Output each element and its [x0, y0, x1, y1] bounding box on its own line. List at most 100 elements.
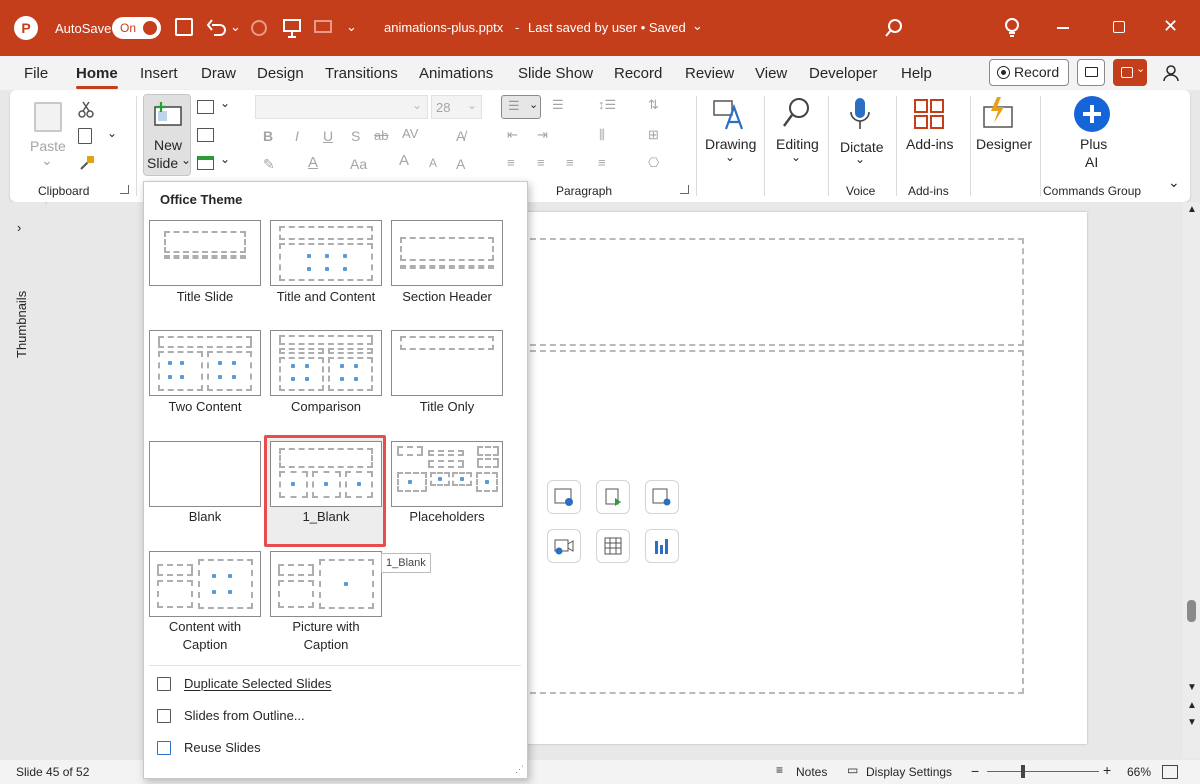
designer-icon[interactable] — [982, 97, 1016, 129]
close-button[interactable]: ✕ — [1163, 16, 1178, 37]
layout-chevron-icon[interactable]: ⌄ — [220, 96, 230, 110]
clipboard-launcher-icon[interactable] — [120, 185, 129, 194]
highlighter-icon[interactable]: ✎ — [263, 156, 275, 173]
scroll-down-icon[interactable]: ▼ — [1187, 682, 1197, 693]
align-right-icon[interactable]: ≡ — [566, 155, 574, 170]
layout-blank[interactable] — [149, 441, 261, 507]
title-placeholder[interactable] — [520, 238, 1024, 346]
layout-1-blank[interactable] — [270, 441, 382, 507]
reuse-slides-command[interactable]: Reuse Slides — [157, 740, 261, 755]
plus-ai-icon[interactable] — [1074, 96, 1110, 132]
menu-home[interactable]: Home — [76, 65, 118, 89]
maximize-button[interactable] — [1113, 21, 1125, 33]
plus-ai-label-2[interactable]: AI — [1085, 154, 1098, 170]
bullets-button[interactable]: ☰ ⌄ — [501, 95, 541, 119]
justify-icon[interactable]: ≡ — [598, 155, 606, 170]
copy-chevron-icon[interactable]: ⌄ — [107, 126, 117, 140]
redo-icon[interactable] — [248, 17, 270, 39]
autosave-toggle[interactable]: On — [112, 17, 161, 39]
layout-section-header[interactable] — [391, 220, 503, 286]
layout-comparison[interactable] — [270, 330, 382, 396]
insert-chart-icon[interactable] — [645, 529, 679, 563]
menu-animations[interactable]: Animations — [419, 65, 493, 82]
menu-help[interactable]: Help — [901, 65, 932, 82]
layout-icon[interactable] — [197, 100, 214, 114]
underline-button[interactable]: U — [323, 128, 333, 144]
menu-transitions[interactable]: Transitions — [325, 65, 398, 82]
menu-file[interactable]: File — [24, 65, 48, 82]
menu-review[interactable]: Review — [685, 65, 734, 82]
section-icon[interactable] — [197, 156, 214, 170]
present-icon[interactable] — [281, 17, 303, 39]
slide-canvas[interactable] — [480, 212, 1087, 744]
record-button[interactable]: Record — [989, 59, 1069, 86]
align-left-icon[interactable]: ≡ — [507, 155, 515, 170]
font-launcher-icon[interactable]: A — [456, 156, 465, 172]
font-color-button[interactable]: A — [308, 154, 318, 171]
change-case-button[interactable]: Aa — [350, 156, 367, 172]
undo-icon[interactable] — [206, 17, 228, 39]
menu-draw[interactable]: Draw — [201, 65, 236, 82]
slide-counter[interactable]: Slide 45 of 52 — [16, 765, 89, 779]
menu-record[interactable]: Record — [614, 65, 662, 82]
layout-title-only[interactable] — [391, 330, 503, 396]
undo-dropdown-icon[interactable]: ⌄ — [230, 19, 241, 35]
grow-font-icon[interactable]: A — [399, 152, 409, 169]
thumbnails-panel[interactable]: › Thumbnails — [0, 202, 45, 758]
zoom-out-button[interactable]: − — [971, 763, 979, 779]
search-icon[interactable] — [884, 18, 904, 38]
menu-design[interactable]: Design — [257, 65, 304, 82]
menu-developer[interactable]: Developer — [809, 65, 877, 82]
paste-icon[interactable] — [34, 102, 62, 132]
drawing-icon[interactable] — [712, 97, 746, 131]
content-placeholder[interactable] — [520, 350, 1024, 694]
align-center-icon[interactable]: ≡ — [537, 155, 545, 170]
resize-grip-icon[interactable]: ⋰ — [515, 764, 524, 775]
zoom-slider-track[interactable] — [987, 771, 1099, 772]
layout-title-slide[interactable] — [149, 220, 261, 286]
copy-icon[interactable] — [78, 128, 92, 144]
zoom-in-button[interactable]: + — [1103, 762, 1111, 778]
italic-button[interactable]: I — [295, 128, 299, 144]
prev-slide-icon[interactable]: ▲ — [1187, 700, 1197, 711]
scroll-up-icon[interactable]: ▲ — [1187, 204, 1197, 215]
editing-search-icon[interactable] — [781, 96, 811, 130]
format-painter-icon[interactable] — [78, 154, 96, 172]
menu-slide-show[interactable]: Slide Show — [518, 65, 593, 82]
char-spacing-button[interactable]: AV — [402, 126, 418, 141]
text-direction-icon[interactable]: ⇅ — [648, 97, 659, 113]
shadow-button[interactable]: S — [351, 128, 360, 144]
clear-format-icon[interactable]: A̸ — [456, 128, 465, 144]
layout-title-and-content[interactable] — [270, 220, 382, 286]
fit-slide-icon[interactable] — [1162, 765, 1178, 779]
columns-icon[interactable]: ⫼ — [599, 127, 605, 143]
customize-toolbar-icon[interactable]: ⌄ — [346, 19, 357, 35]
microphone-icon[interactable] — [848, 96, 872, 132]
decrease-indent-icon[interactable]: ⇤ — [507, 127, 518, 143]
insert-table-icon[interactable] — [596, 529, 630, 563]
duplicate-slides-command[interactable]: Duplicate Selected Slides — [157, 676, 331, 691]
share-button[interactable]: ⌄ — [1113, 59, 1147, 86]
powerpoint-logo-icon[interactable]: P — [14, 16, 38, 40]
zoom-level[interactable]: 66% — [1127, 765, 1151, 779]
menu-view[interactable]: View — [755, 65, 787, 82]
notes-button[interactable]: Notes — [796, 765, 827, 779]
font-size-box[interactable]: 28 ⌄ — [431, 95, 482, 119]
paragraph-launcher-icon[interactable] — [680, 185, 689, 194]
line-spacing-icon[interactable]: ↕☰ — [598, 97, 616, 113]
reset-icon[interactable] — [197, 128, 214, 142]
font-name-box[interactable]: ⌄ — [255, 95, 428, 119]
comment-icon[interactable] — [312, 17, 334, 39]
insert-cameo-icon[interactable] — [645, 480, 679, 514]
display-settings-icon[interactable]: ▭ — [847, 763, 858, 777]
strikethrough-button[interactable]: ab — [374, 128, 388, 143]
ribbon-collapse-icon[interactable]: ⌄ — [1168, 174, 1180, 191]
next-slide-icon[interactable]: ▼ — [1187, 717, 1197, 728]
section-chevron-icon[interactable]: ⌄ — [220, 152, 230, 166]
align-text-icon[interactable]: ⊞ — [648, 127, 659, 143]
zoom-slider-thumb[interactable] — [1021, 765, 1025, 778]
notes-icon[interactable]: ≡ — [776, 763, 783, 777]
layout-picture-with-caption[interactable] — [270, 551, 382, 617]
smartart-icon[interactable]: ⎔ — [648, 155, 659, 171]
minimize-button[interactable] — [1057, 27, 1069, 29]
